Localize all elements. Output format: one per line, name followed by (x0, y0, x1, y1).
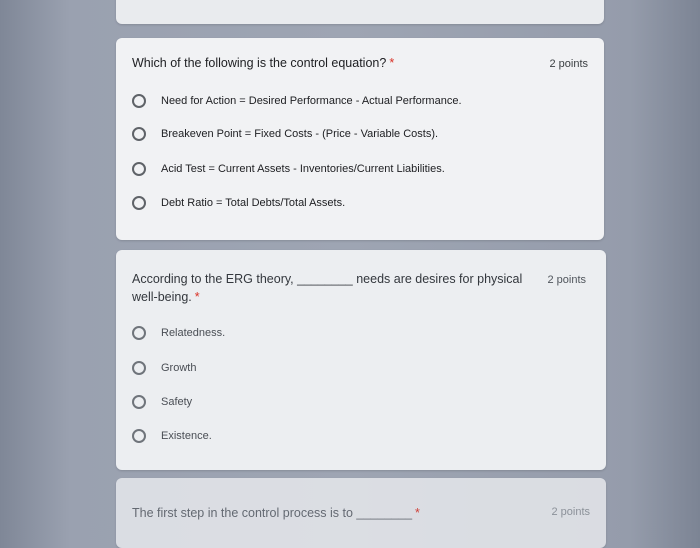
radio-button[interactable] (132, 326, 146, 340)
option-label: Debt Ratio = Total Debts/Total Assets. (161, 197, 346, 209)
question-title: Which of the following is the control eq… (132, 56, 395, 70)
points-label: 2 points (551, 506, 590, 518)
question-title: The first step in the control process is… (132, 506, 420, 520)
option-need-for-action[interactable]: Need for Action = Desired Performance - … (132, 91, 462, 111)
option-existence[interactable]: Existence. (132, 426, 212, 446)
option-safety[interactable]: Safety (132, 392, 192, 412)
required-asterisk: * (415, 506, 420, 520)
question-card-1: Which of the following is the control eq… (116, 38, 604, 240)
option-label: Need for Action = Desired Performance - … (161, 95, 462, 107)
radio-button[interactable] (132, 429, 146, 443)
previous-question-card (116, 0, 604, 24)
radio-button[interactable] (132, 196, 146, 210)
radio-button[interactable] (132, 395, 146, 409)
radio-button[interactable] (132, 162, 146, 176)
option-breakeven-point[interactable]: Breakeven Point = Fixed Costs - (Price -… (132, 124, 438, 144)
required-asterisk: * (194, 290, 200, 304)
option-label: Safety (161, 396, 193, 408)
option-label: Breakeven Point = Fixed Costs - (Price -… (161, 128, 439, 140)
option-label: Acid Test = Current Assets - Inventories… (161, 163, 445, 175)
required-asterisk: * (389, 56, 395, 70)
question-card-2: According to the ERG theory, ________ ne… (116, 250, 606, 470)
points-label: 2 points (549, 58, 588, 70)
radio-button[interactable] (132, 361, 146, 375)
option-relatedness[interactable]: Relatedness. (132, 323, 225, 343)
option-acid-test[interactable]: Acid Test = Current Assets - Inventories… (132, 159, 445, 179)
radio-button[interactable] (132, 127, 146, 141)
question-card-3: The first step in the control process is… (116, 478, 606, 548)
radio-button[interactable] (132, 94, 146, 108)
option-debt-ratio[interactable]: Debt Ratio = Total Debts/Total Assets. (132, 193, 345, 213)
points-label: 2 points (547, 274, 586, 286)
option-growth[interactable]: Growth (132, 358, 196, 378)
option-label: Existence. (161, 430, 212, 442)
question-title: According to the ERG theory, ________ ne… (132, 272, 523, 304)
option-label: Growth (161, 362, 197, 374)
option-label: Relatedness. (161, 327, 226, 339)
